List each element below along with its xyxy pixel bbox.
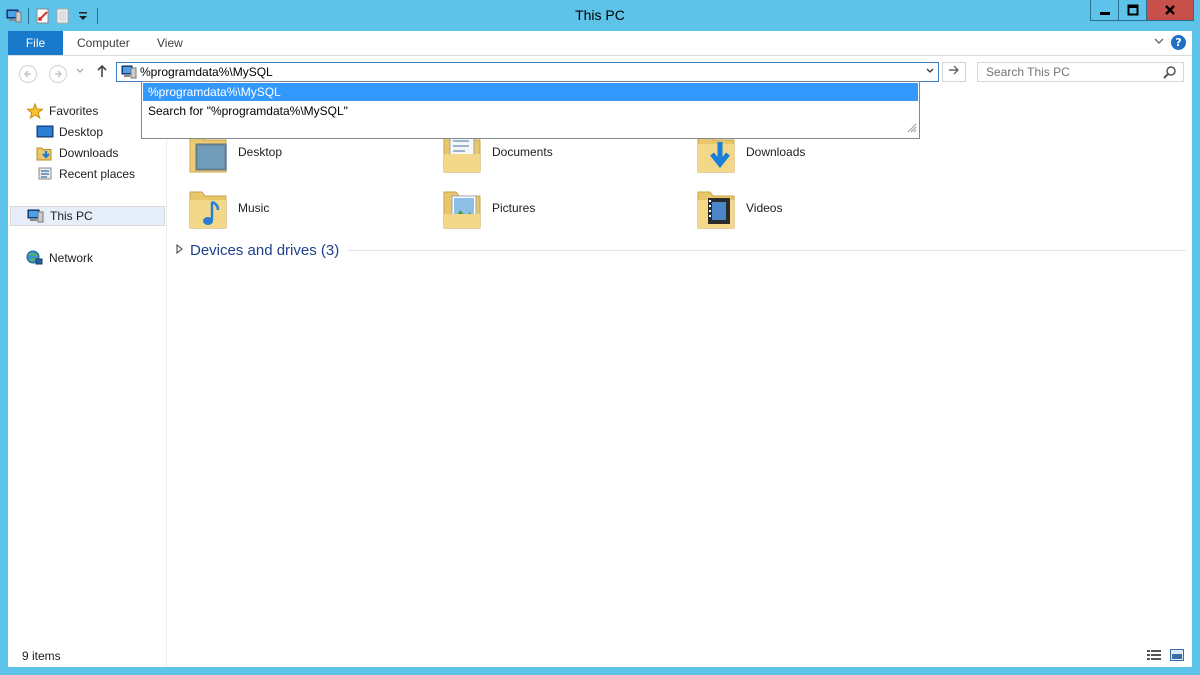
title-bar: This PC: [0, 0, 1200, 31]
forward-button[interactable]: [49, 65, 67, 83]
minimize-icon: [1099, 12, 1110, 15]
group-devices-and-drives[interactable]: Devices and drives (3): [176, 240, 1186, 260]
autocomplete-item-search[interactable]: Search for "%programdata%\MySQL": [143, 102, 918, 120]
help-icon[interactable]: ?: [1171, 35, 1186, 50]
recent-locations-dropdown-icon[interactable]: [76, 67, 84, 76]
pictures-folder-icon: [440, 184, 484, 232]
sidebar-item-label: Downloads: [59, 146, 119, 160]
sidebar-item-label: Desktop: [59, 125, 104, 139]
search-box[interactable]: [977, 62, 1184, 82]
downloads-folder-icon: [36, 145, 54, 161]
forward-arrow-icon: [55, 70, 63, 78]
sidebar-item-this-pc[interactable]: This PC: [10, 206, 165, 226]
window-controls: [1090, 0, 1194, 21]
music-folder-icon: [186, 184, 230, 232]
folder-label: Pictures: [492, 201, 536, 215]
sidebar-item-label: Favorites: [49, 104, 99, 118]
autocomplete-item[interactable]: %programdata%\MySQL: [143, 83, 918, 101]
expand-ribbon-chevron-icon[interactable]: [1154, 37, 1164, 48]
folder-label: Videos: [746, 201, 783, 215]
search-input[interactable]: [986, 64, 1156, 80]
tab-file[interactable]: File: [8, 31, 63, 55]
minimize-button[interactable]: [1090, 0, 1119, 21]
folder-item-music[interactable]: Music: [186, 184, 269, 232]
group-label: Devices and drives (3): [190, 241, 340, 259]
folder-label: Desktop: [238, 145, 283, 159]
recent-places-icon: [36, 166, 54, 182]
sidebar-item-label: This PC: [50, 209, 93, 223]
sidebar-item-favorites[interactable]: Favorites: [26, 101, 98, 121]
details-view-icon[interactable]: [1146, 648, 1162, 662]
tab-computer[interactable]: Computer: [77, 31, 130, 55]
folder-label: Music: [238, 201, 270, 215]
navigation-pane: Favorites Desktop Downloads Recent place…: [8, 90, 167, 667]
item-count: 9 items: [22, 649, 61, 663]
up-arrow-icon: [97, 64, 107, 77]
sidebar-item-desktop[interactable]: Desktop: [36, 122, 103, 142]
status-bar: 9 items: [8, 646, 1192, 667]
address-autocomplete-dropdown: %programdata%\MySQL Search for "%program…: [141, 81, 920, 139]
sidebar-item-network[interactable]: Network: [26, 248, 93, 268]
folder-item-pictures[interactable]: Pictures: [440, 184, 535, 232]
sidebar-item-label: Network: [49, 251, 94, 265]
address-history-dropdown-icon[interactable]: [921, 63, 938, 81]
explorer-window: This PC File Computer View ? %programdat…: [0, 0, 1200, 675]
sidebar-item-label: Recent places: [59, 167, 136, 181]
maximize-icon: [1127, 4, 1138, 16]
search-icon[interactable]: [1163, 65, 1177, 82]
expand-triangle-icon[interactable]: [176, 243, 184, 256]
sidebar-item-downloads[interactable]: Downloads: [36, 143, 118, 163]
this-pc-icon: [27, 208, 45, 224]
group-divider: [347, 249, 1186, 251]
network-icon: [26, 250, 44, 266]
go-arrow-icon: [949, 65, 959, 75]
close-icon: [1165, 5, 1175, 15]
content-area: Favorites Desktop Downloads Recent place…: [8, 56, 1192, 667]
address-bar[interactable]: [116, 62, 939, 82]
resize-grip-icon[interactable]: [907, 122, 917, 136]
up-button[interactable]: [96, 64, 108, 82]
folder-item-videos[interactable]: Videos: [694, 184, 782, 232]
star-icon: [26, 102, 44, 120]
maximize-button[interactable]: [1118, 0, 1147, 21]
tab-view[interactable]: View: [157, 31, 183, 55]
videos-folder-icon: [694, 184, 738, 232]
address-input[interactable]: [140, 64, 910, 80]
ribbon-tabs: File Computer View ?: [8, 31, 1192, 56]
sidebar-item-recent-places[interactable]: Recent places: [36, 164, 135, 184]
back-button[interactable]: [19, 65, 37, 83]
back-arrow-icon: [23, 70, 31, 78]
close-button[interactable]: [1146, 0, 1194, 21]
desktop-icon: [36, 124, 54, 140]
folder-label: Documents: [492, 145, 553, 159]
window-title: This PC: [575, 7, 625, 23]
go-button[interactable]: [942, 62, 966, 82]
large-icons-view-icon[interactable]: [1169, 648, 1185, 662]
folder-label: Downloads: [746, 145, 806, 159]
this-pc-icon: [121, 65, 137, 82]
